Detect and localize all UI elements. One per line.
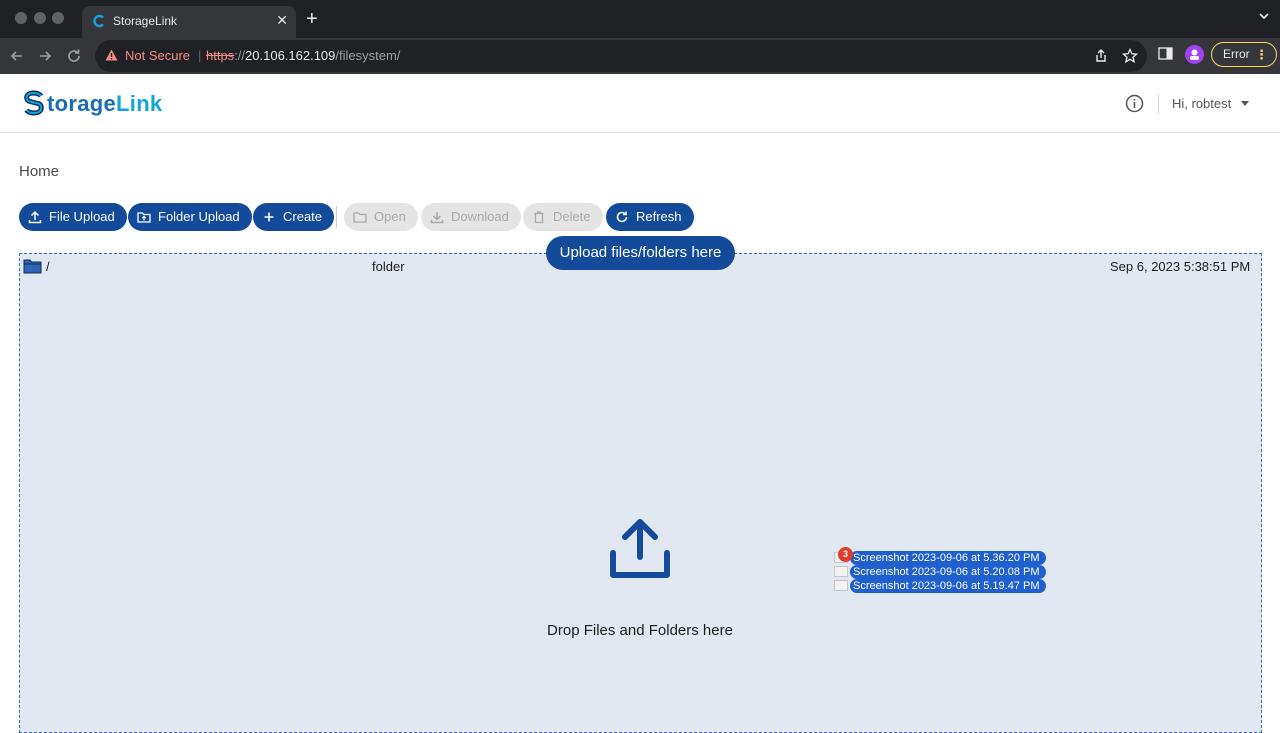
back-arrow-icon[interactable] [7, 46, 27, 66]
folder-upload-icon [137, 212, 151, 223]
plus-icon [264, 212, 274, 222]
file-row-modified: Sep 6, 2023 5:38:51 PM [1110, 259, 1251, 274]
refresh-label: Refresh [636, 209, 682, 224]
folder-upload-label: Folder Upload [158, 209, 240, 224]
reload-icon[interactable] [64, 46, 84, 66]
header-divider [1158, 94, 1159, 114]
file-dropzone[interactable] [19, 253, 1262, 733]
profile-avatar[interactable] [1185, 45, 1204, 64]
dragged-file-name: Screenshot 2023-09-06 at 5.20.08 PM [850, 565, 1046, 579]
logo-text-storage: torage [47, 91, 117, 116]
address-bar[interactable]: Not Secure | https://20.106.162.109/file… [95, 40, 1147, 72]
storagelink-logo[interactable]: torageLink [22, 90, 162, 118]
create-button[interactable]: Create [253, 203, 335, 231]
create-label: Create [283, 209, 323, 224]
storagelink-s-logo-icon [22, 90, 46, 116]
delete-label: Delete [553, 209, 591, 224]
close-tab-icon[interactable]: ✕ [276, 12, 288, 28]
refresh-icon [616, 211, 628, 223]
folder-upload-button[interactable]: Folder Upload [128, 203, 252, 231]
browser-tab[interactable]: StorageLink ✕ [82, 6, 296, 38]
toolbar-divider [336, 206, 337, 228]
browser-tabstrip: StorageLink ✕ + [0, 0, 1280, 38]
bookmark-star-icon[interactable] [1122, 48, 1138, 64]
upload-icon [28, 210, 42, 224]
upload-tray-icon [610, 519, 670, 578]
share-icon[interactable] [1093, 48, 1109, 64]
drag-count-badge: 3 [838, 547, 853, 562]
error-profile-chip[interactable]: Error ⋮ [1211, 42, 1277, 67]
side-panel-icon[interactable] [1158, 46, 1173, 61]
tab-title: StorageLink [113, 14, 178, 28]
storagelink-favicon-icon [93, 14, 104, 28]
window-close-button[interactable] [15, 12, 27, 24]
file-upload-button[interactable]: File Upload [19, 203, 127, 231]
drop-files-label: Drop Files and Folders here [547, 622, 733, 639]
url-path: /filesystem/ [335, 48, 401, 63]
url-scheme: https [206, 48, 235, 63]
download-button[interactable]: Download [421, 203, 521, 231]
download-icon [430, 212, 444, 224]
app-header: torageLink Hi, robtest [0, 74, 1280, 133]
user-menu[interactable]: Hi, robtest [1172, 96, 1250, 111]
info-icon[interactable] [1125, 94, 1144, 113]
logo-text-link: Link [116, 91, 163, 116]
trash-icon [534, 211, 544, 224]
delete-button[interactable]: Delete [523, 203, 603, 231]
file-upload-label: File Upload [49, 209, 115, 224]
refresh-button[interactable]: Refresh [606, 203, 694, 231]
file-row-name[interactable]: / [46, 259, 50, 274]
folder-open-icon [353, 212, 367, 223]
dragged-file-name: Screenshot 2023-09-06 at 5.19.47 PM [850, 579, 1046, 593]
folder-icon [23, 259, 42, 274]
omnibox-separator: | [198, 48, 202, 63]
upload-here-banner: Upload files/folders here [546, 236, 735, 270]
open-label: Open [374, 209, 406, 224]
window-minimize-button[interactable] [34, 12, 46, 24]
more-vert-icon[interactable]: ⋮ [1255, 43, 1268, 66]
file-thumbnail-icon [834, 566, 848, 577]
page-title: Home [19, 163, 60, 180]
incognito-profile-icon [1190, 49, 1199, 60]
file-row-type: folder [372, 259, 405, 274]
file-thumbnail-icon [834, 580, 848, 591]
new-tab-icon[interactable]: + [306, 8, 318, 30]
warning-triangle-icon[interactable] [105, 49, 118, 61]
url-scheme-separator: :// [234, 48, 246, 63]
browser-toolbar: Not Secure | https://20.106.162.109/file… [0, 38, 1280, 74]
download-label: Download [451, 209, 509, 224]
url-text[interactable]: https://20.106.162.109/filesystem/ [206, 48, 400, 63]
forward-arrow-icon[interactable] [35, 46, 55, 66]
error-label: Error [1223, 47, 1250, 61]
url-host: 20.106.162.109 [245, 48, 336, 63]
open-button[interactable]: Open [344, 203, 418, 231]
tab-search-chevron-down-icon[interactable] [1258, 10, 1270, 22]
security-status-label[interactable]: Not Secure [125, 48, 190, 63]
user-greeting: Hi, robtest [1172, 96, 1232, 111]
caret-down-icon [1241, 101, 1250, 106]
window-zoom-button[interactable] [52, 12, 64, 24]
dragged-file-name: Screenshot 2023-09-06 at 5.36.20 PM [850, 551, 1046, 565]
